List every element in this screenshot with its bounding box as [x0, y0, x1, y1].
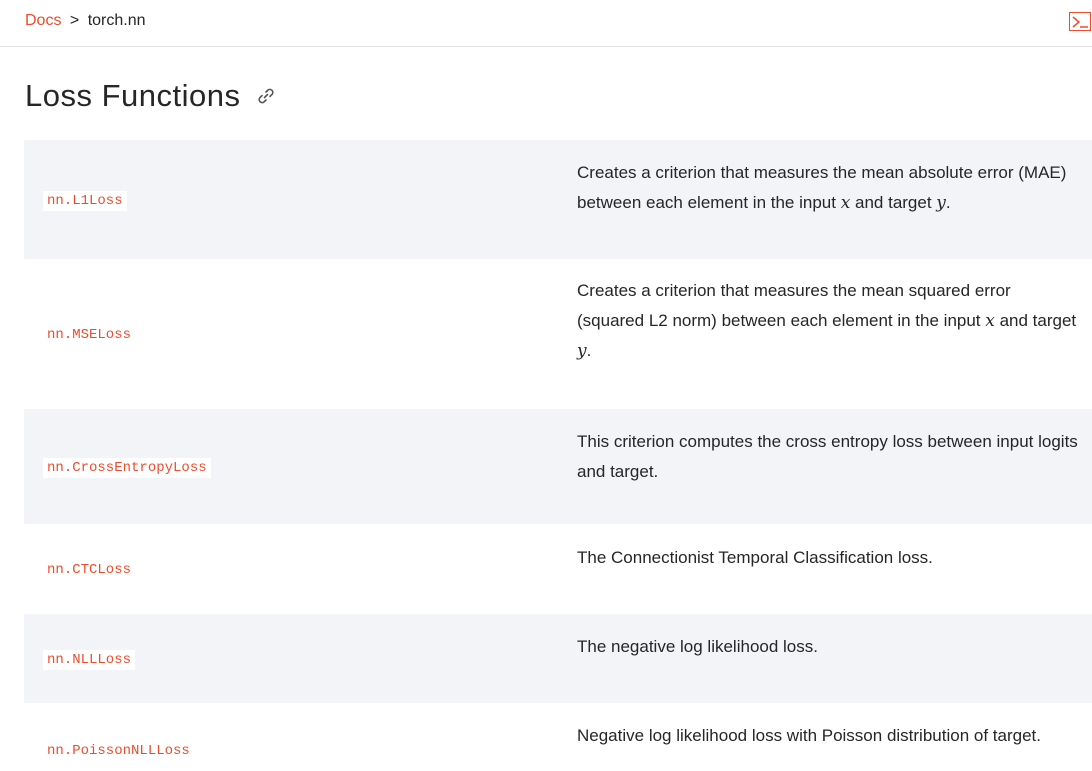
function-link[interactable]: nn.MSELoss — [43, 325, 135, 345]
terminal-button[interactable] — [1069, 12, 1091, 31]
table-row: nn.PoissonNLLLoss Negative log likelihoo… — [24, 703, 1092, 771]
math-variable: x — [840, 193, 851, 213]
description-text: and target — [994, 311, 1077, 330]
function-name-cell: nn.NLLLoss — [43, 649, 136, 670]
description-text: and target — [850, 193, 937, 212]
table-row: nn.CrossEntropyLoss This criterion compu… — [24, 409, 1092, 524]
function-link[interactable]: nn.NLLLoss — [43, 649, 136, 670]
function-name-cell: nn.PoissonNLLLoss — [43, 741, 194, 759]
link-icon[interactable] — [255, 85, 277, 107]
loss-functions-table: nn.L1Loss Creates a criterion that measu… — [24, 140, 1092, 771]
function-description: Negative log likelihood loss with Poisso… — [577, 726, 1041, 745]
description-text: Creates a criterion that measures the me… — [577, 281, 1011, 330]
function-name-cell: nn.L1Loss — [43, 190, 127, 211]
function-link[interactable]: nn.PoissonNLLLoss — [43, 741, 194, 761]
terminal-icon — [1072, 16, 1088, 28]
top-bar: Docs > torch.nn — [0, 0, 1092, 47]
breadcrumb: Docs > torch.nn — [25, 11, 146, 31]
function-link[interactable]: nn.CTCLoss — [43, 560, 135, 580]
description-text: . — [945, 193, 951, 212]
breadcrumb-current: torch.nn — [87, 12, 146, 29]
function-description: Creates a criterion that measures the me… — [577, 158, 1082, 218]
breadcrumb-docs-link[interactable]: Docs — [25, 12, 61, 29]
math-variable: x — [985, 311, 995, 331]
math-variable: y — [936, 193, 946, 213]
description-text: Creates a criterion that measures the me… — [577, 163, 1067, 212]
math-variable: y — [577, 341, 587, 361]
table-row: nn.NLLLoss The negative log likelihood l… — [24, 614, 1092, 703]
table-row: nn.CTCLoss The Connectionist Temporal Cl… — [24, 524, 1092, 614]
breadcrumb-separator: > — [69, 12, 80, 29]
page-title: Loss Functions — [25, 78, 241, 113]
function-link[interactable]: nn.L1Loss — [43, 190, 127, 211]
function-name-cell: nn.CrossEntropyLoss — [43, 457, 211, 478]
page-title-row: Loss Functions — [25, 76, 277, 116]
function-link[interactable]: nn.CrossEntropyLoss — [43, 457, 211, 478]
table-row: nn.MSELoss Creates a criterion that meas… — [24, 259, 1092, 409]
function-name-cell: nn.MSELoss — [43, 325, 135, 343]
function-name-cell: nn.CTCLoss — [43, 560, 135, 578]
function-description: Creates a criterion that measures the me… — [577, 276, 1082, 366]
table-row: nn.L1Loss Creates a criterion that measu… — [24, 140, 1092, 259]
description-text: . — [586, 341, 592, 360]
function-description: The negative log likelihood loss. — [577, 637, 818, 656]
function-description: The Connectionist Temporal Classificatio… — [577, 548, 933, 567]
function-description: This criterion computes the cross entrop… — [577, 432, 1078, 481]
